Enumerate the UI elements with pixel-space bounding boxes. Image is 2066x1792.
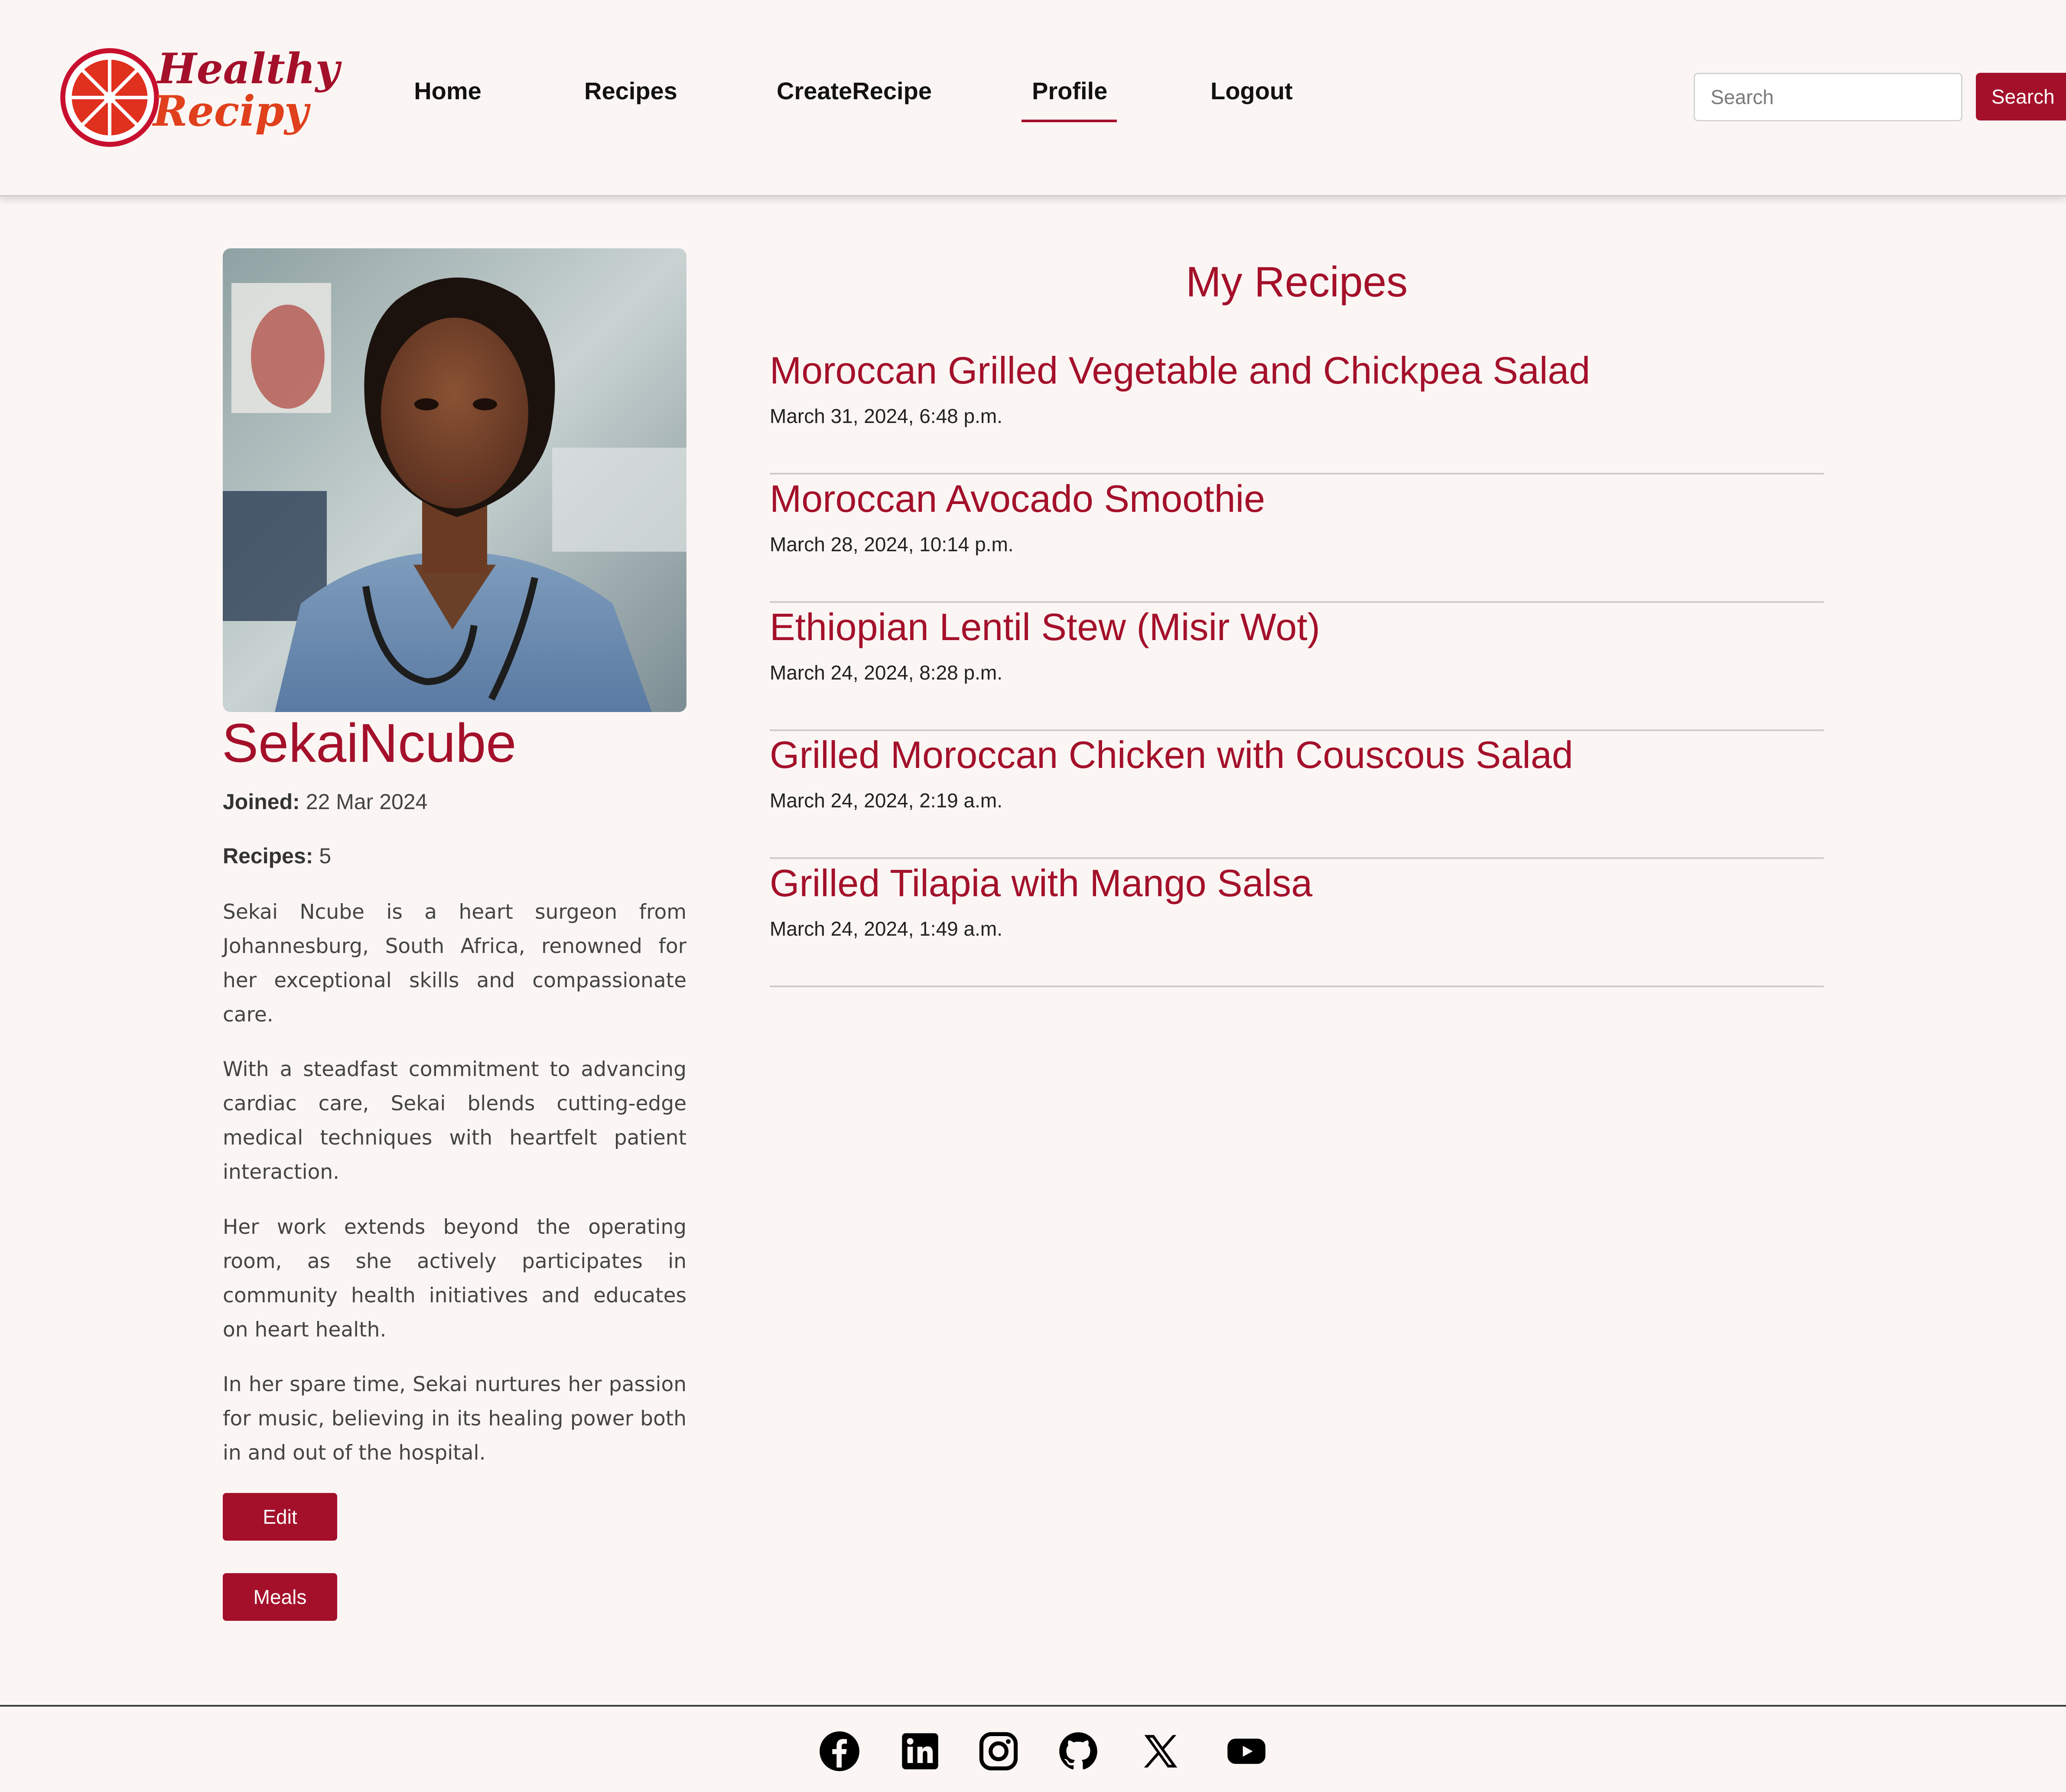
linkedin-icon[interactable]: [898, 1730, 942, 1773]
joined-label: Joined:: [223, 790, 300, 814]
profile-username: SekaiNcube: [222, 712, 517, 774]
profile-avatar: [223, 248, 686, 712]
footer: [0, 1705, 2066, 1792]
recipe-title-link[interactable]: Moroccan Grilled Vegetable and Chickpea …: [770, 345, 1590, 397]
brand-line-2: Recipy: [153, 87, 309, 136]
bio-paragraph: With a steadfast commitment to advancing…: [223, 1057, 686, 1184]
bio-paragraph: In her spare time, Sekai nurtures her pa…: [223, 1372, 686, 1465]
bio-paragraph: Sekai Ncube is a heart surgeon from Joha…: [223, 900, 686, 1027]
bio-paragraph: Her work extends beyond the operating ro…: [223, 1215, 686, 1342]
nav-home[interactable]: Home: [413, 74, 482, 108]
recipes-count-value: 5: [313, 844, 332, 868]
joined-stat: Joined: 22 Mar 2024: [223, 787, 427, 817]
recipe-date: March 24, 2024, 1:49 a.m.: [770, 917, 1002, 940]
citrus-logo-icon: [60, 48, 159, 147]
meals-button[interactable]: Meals: [223, 1573, 337, 1621]
brand-wordmark: Healthy Recipy: [153, 44, 340, 133]
recipe-title-link[interactable]: Moroccan Avocado Smoothie: [770, 473, 1265, 525]
brand-line-1: Healthy: [157, 44, 340, 93]
github-icon[interactable]: [1057, 1730, 1100, 1773]
recipe-list-item: Moroccan Avocado Smoothie March 28, 2024…: [770, 473, 1824, 603]
x-icon[interactable]: [1139, 1730, 1182, 1773]
avatar-portrait-image: [223, 248, 686, 712]
youtube-icon[interactable]: [1225, 1730, 1268, 1773]
recipe-date: March 31, 2024, 6:48 p.m.: [770, 405, 1002, 427]
brand-logo[interactable]: Healthy Recipy: [60, 48, 339, 147]
nav-profile[interactable]: Profile: [1022, 74, 1117, 122]
facebook-icon[interactable]: [818, 1730, 861, 1773]
instagram-icon[interactable]: [977, 1730, 1020, 1773]
recipe-list-item: Grilled Moroccan Chicken with Couscous S…: [770, 729, 1824, 859]
my-recipes-heading: My Recipes: [1186, 258, 1408, 306]
top-navbar: Healthy Recipy Home Recipes CreateRecipe…: [0, 0, 2066, 197]
recipe-date: March 24, 2024, 2:19 a.m.: [770, 789, 1002, 812]
nav-create-recipe[interactable]: CreateRecipe: [777, 74, 932, 108]
search-input[interactable]: [1694, 73, 1962, 121]
recipe-title-link[interactable]: Grilled Moroccan Chicken with Couscous S…: [770, 729, 1573, 781]
recipes-count-label: Recipes:: [223, 844, 313, 868]
nav-recipes[interactable]: Recipes: [584, 74, 677, 108]
search-button[interactable]: Search: [1976, 73, 2066, 120]
recipe-list-item: Moroccan Grilled Vegetable and Chickpea …: [770, 345, 1824, 475]
edit-profile-button[interactable]: Edit: [223, 1493, 337, 1541]
recipe-list-item: Ethiopian Lentil Stew (Misir Wot) March …: [770, 601, 1824, 731]
recipe-title-link[interactable]: Ethiopian Lentil Stew (Misir Wot): [770, 601, 1320, 653]
recipes-count-stat: Recipes: 5: [223, 841, 331, 871]
recipe-list-item: Grilled Tilapia with Mango Salsa March 2…: [770, 857, 1824, 987]
recipe-date: March 24, 2024, 8:28 p.m.: [770, 661, 1002, 684]
recipe-title-link[interactable]: Grilled Tilapia with Mango Salsa: [770, 857, 1312, 909]
nav-logout[interactable]: Logout: [1210, 74, 1293, 108]
recipe-date: March 28, 2024, 10:14 p.m.: [770, 533, 1014, 556]
joined-value: 22 Mar 2024: [299, 790, 428, 814]
